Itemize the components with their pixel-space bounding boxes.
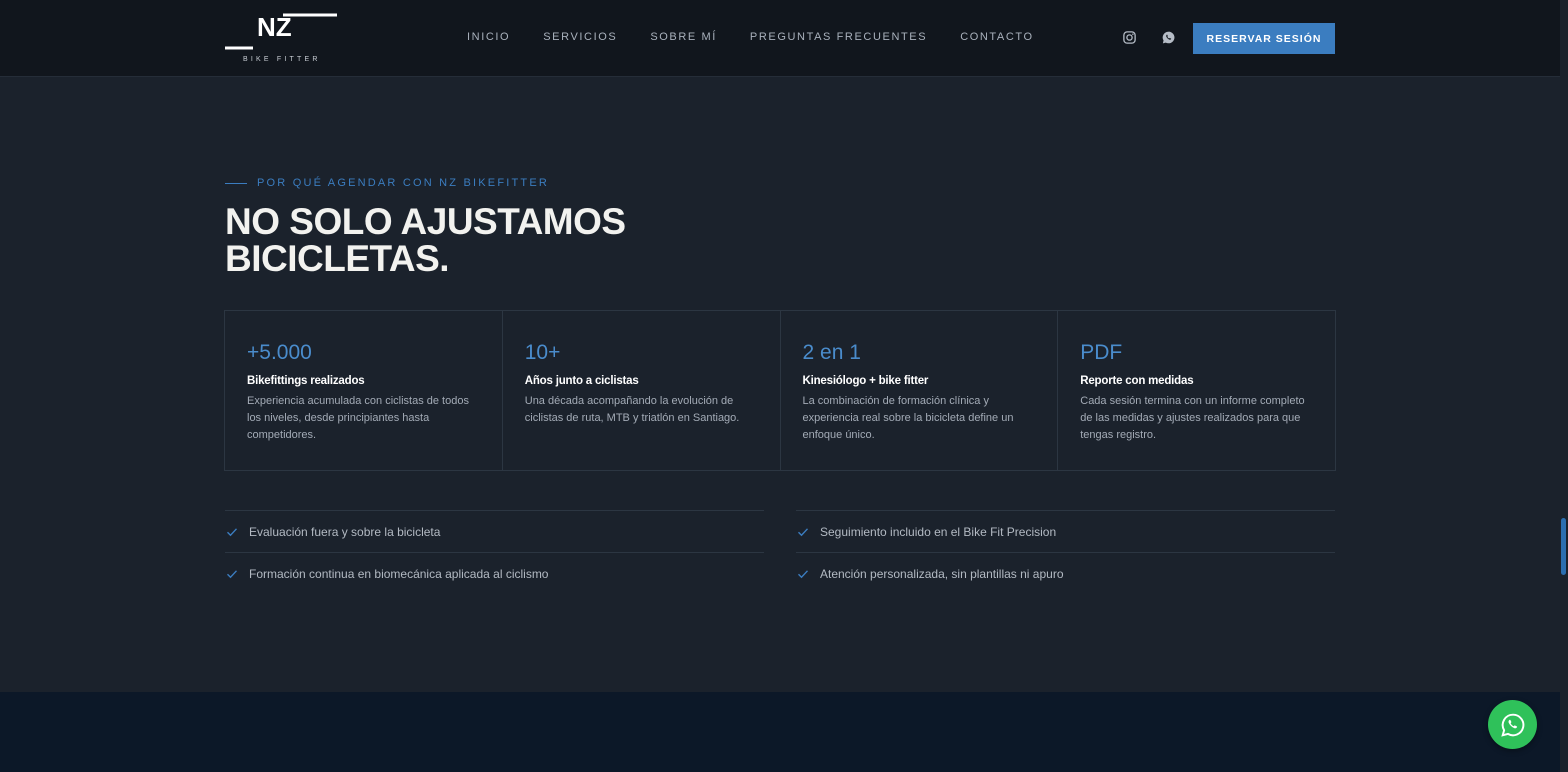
stat-description: La combinación de formación clínica y ex…: [802, 395, 1014, 441]
logo-letters: NZ: [257, 12, 292, 42]
stat-card: PDF Reporte con medidas Cada sesión term…: [1058, 311, 1335, 470]
check-text: Formación continua en biomecánica aplica…: [249, 566, 549, 581]
features-checklist: Evaluación fuera y sobre la bicicleta Se…: [225, 510, 1335, 594]
scrollbar-thumb[interactable]: [1561, 518, 1566, 575]
scrollbar-track[interactable]: [1560, 0, 1568, 772]
whatsapp-icon[interactable]: [1161, 30, 1177, 46]
stat-number: 2 en 1: [802, 341, 861, 364]
nav-contacto[interactable]: CONTACTO: [960, 31, 1034, 43]
stat-card: 10+ Años junto a ciclistas Una década ac…: [503, 311, 781, 470]
main-nav: INICIO SERVICIOS SOBRE MÍ PREGUNTAS FREC…: [467, 31, 1067, 43]
nav-sobre-mi[interactable]: SOBRE MÍ: [650, 31, 717, 43]
check-item: Evaluación fuera y sobre la bicicleta: [225, 510, 764, 552]
check-text: Seguimiento incluido en el Bike Fit Prec…: [820, 524, 1057, 539]
check-item: Atención personalizada, sin plantillas n…: [796, 552, 1335, 594]
stat-number: +5.000: [247, 341, 312, 364]
instagram-icon[interactable]: [1122, 30, 1138, 46]
section-title: NO SOLO AJUSTAMOS BICICLETAS.: [225, 203, 825, 277]
check-icon: [798, 527, 809, 536]
section-eyebrow: POR QUÉ AGENDAR CON NZ BIKEFITTER: [225, 177, 549, 189]
check-text: Atención personalizada, sin plantillas n…: [820, 566, 1064, 581]
nav-preguntas-frecuentes[interactable]: PREGUNTAS FRECUENTES: [750, 31, 927, 43]
title-line-1: NO SOLO AJUSTAMOS: [225, 201, 626, 242]
title-line-2: BICICLETAS.: [225, 238, 450, 279]
eyebrow-line: [225, 182, 247, 184]
stat-card: +5.000 Bikefittings realizados Experienc…: [225, 311, 503, 470]
stat-description: Una década acompañando la evolución de c…: [524, 395, 740, 424]
stat-label: Bikefittings realizados: [247, 375, 365, 387]
nav-inicio[interactable]: INICIO: [467, 31, 510, 43]
logo-mark: NZ BIKE FITTER: [225, 12, 337, 63]
reserve-session-button[interactable]: RESERVAR SESIÓN: [1193, 23, 1335, 54]
check-icon: [798, 569, 809, 578]
stats-grid: +5.000 Bikefittings realizados Experienc…: [224, 310, 1336, 471]
next-section-band: [0, 692, 1560, 772]
stat-description: Cada sesión termina con un informe compl…: [1080, 395, 1305, 441]
check-item: Formación continua en biomecánica aplica…: [225, 552, 764, 594]
stat-label: Reporte con medidas: [1080, 375, 1194, 387]
eyebrow-text: POR QUÉ AGENDAR CON NZ BIKEFITTER: [257, 177, 550, 189]
check-icon: [227, 527, 238, 536]
logo-subtext: BIKE FITTER: [243, 56, 321, 63]
check-icon: [227, 569, 238, 578]
logo[interactable]: NZ BIKE FITTER: [225, 12, 337, 64]
stat-number: PDF: [1080, 341, 1123, 364]
site-header: NZ BIKE FITTER INICIO SERVICIOS SOBRE MÍ…: [0, 0, 1560, 77]
stat-label: Kinesiólogo + bike fitter: [802, 375, 929, 387]
check-text: Evaluación fuera y sobre la bicicleta: [249, 524, 441, 539]
nav-servicios[interactable]: SERVICIOS: [543, 31, 617, 43]
stat-description: Experiencia acumulada con ciclistas de t…: [247, 395, 469, 441]
whatsapp-icon: [1500, 713, 1524, 737]
whatsapp-floating-button[interactable]: [1488, 700, 1537, 749]
stat-label: Años junto a ciclistas: [524, 375, 639, 387]
stat-card: 2 en 1 Kinesiólogo + bike fitter La comb…: [781, 311, 1059, 470]
stat-number: 10+: [524, 341, 561, 364]
check-item: Seguimiento incluido en el Bike Fit Prec…: [796, 510, 1335, 552]
